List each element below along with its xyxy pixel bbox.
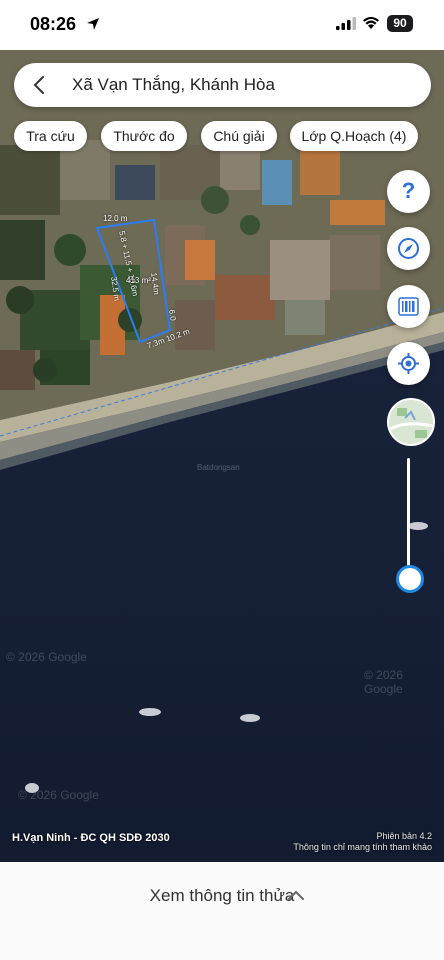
view-parcel-info[interactable]: Xem thông tin thửa (0, 886, 444, 906)
chip-thuoc-do[interactable]: Thước đo (101, 121, 187, 151)
chevron-up-icon[interactable] (286, 888, 306, 902)
barcode-button[interactable] (387, 285, 430, 328)
chip-lop-quy-hoach[interactable]: Lớp Q.Hoạch (4) (290, 121, 418, 151)
app-version: Phiên bản 4.2 (376, 831, 432, 841)
zoom-slider-track[interactable] (407, 458, 410, 576)
location-arrow-icon (87, 18, 99, 30)
help-icon: ? (401, 178, 416, 203)
google-watermark: © 2026 Google (6, 650, 87, 664)
wifi-icon (363, 16, 379, 29)
zoom-slider-knob[interactable] (396, 565, 424, 593)
status-time: 08:26 (30, 14, 77, 34)
compass-icon (398, 238, 419, 259)
planning-layer-name: H.Vạn Ninh - ĐC QH SDĐ 2030 (12, 832, 170, 844)
google-watermark: © 2026 Google (364, 668, 403, 696)
satellite-map[interactable] (0, 50, 444, 862)
chip-tra-cuu[interactable]: Tra cứu (14, 121, 87, 151)
boat (240, 714, 260, 722)
parcel-edge-label: 12.0 m (103, 214, 128, 223)
battery-icon: 90 (387, 15, 413, 32)
boat (408, 522, 428, 530)
map-layer-icon (389, 400, 433, 444)
barcode-icon (398, 297, 419, 316)
map-imagery (0, 50, 444, 862)
bottom-sheet-handle[interactable]: Xem thông tin thửa (0, 862, 444, 960)
status-bar: 08:26 90 (0, 0, 444, 50)
parcel-edge-label: 6.0 (167, 309, 178, 322)
compass-button[interactable] (387, 227, 430, 270)
google-watermark: © 2026 Google (18, 788, 99, 802)
help-button[interactable]: ? (387, 170, 430, 213)
disclaimer: Thông tin chỉ mang tính tham khảo (293, 842, 432, 852)
locate-button[interactable] (387, 342, 430, 385)
brand-watermark: Batdongsan (197, 463, 240, 472)
search-location-text[interactable]: Xã Vạn Thắng, Khánh Hòa (72, 75, 275, 95)
map-thumbnail[interactable] (387, 398, 435, 446)
boat (139, 708, 161, 716)
signal-icon (336, 17, 356, 30)
search-bar[interactable]: Xã Vạn Thắng, Khánh Hòa (14, 63, 431, 107)
locate-icon (398, 353, 419, 374)
back-icon[interactable] (30, 75, 50, 95)
map-footer-info: Phiên bản 4.2 Thông tin chỉ mang tính th… (293, 831, 432, 853)
chip-chu-giai[interactable]: Chú giải (201, 121, 277, 151)
parcel-area-label: 413 m² (126, 276, 151, 285)
